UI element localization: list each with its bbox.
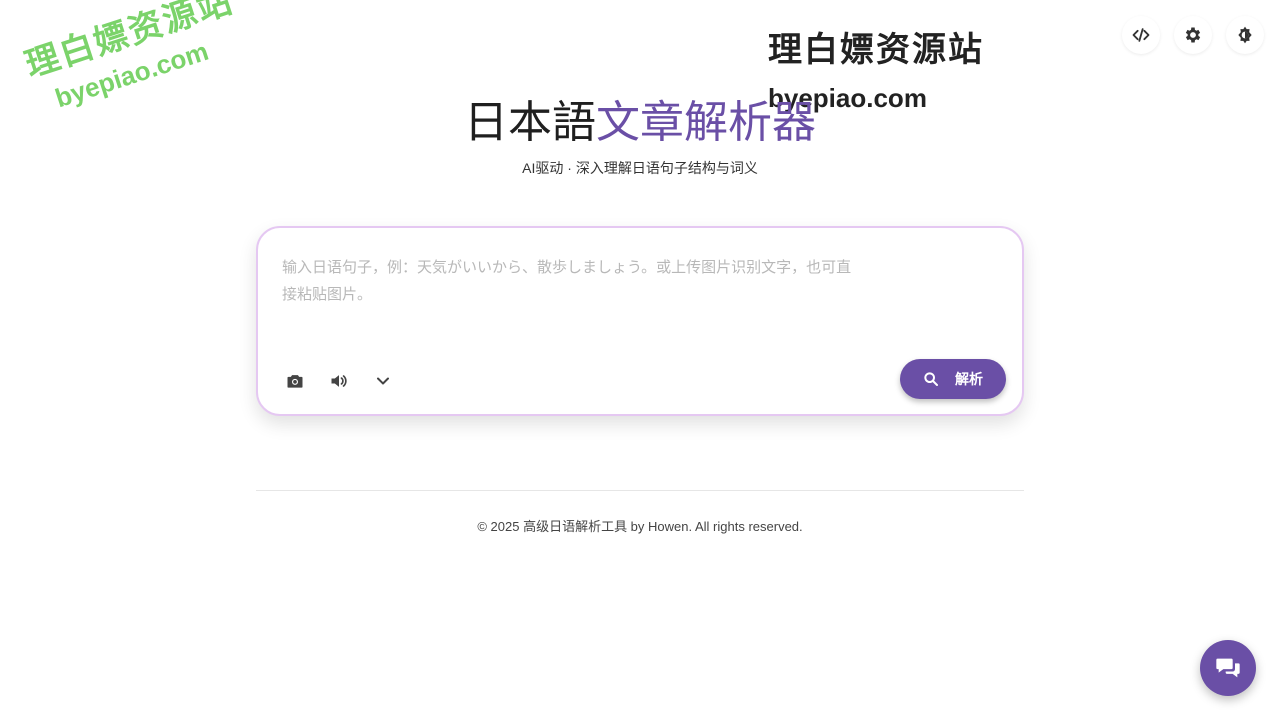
chevron-down-icon bbox=[377, 377, 389, 385]
chat-icon bbox=[1216, 658, 1240, 678]
sentence-input[interactable] bbox=[282, 254, 862, 324]
title-part2: 文章解析器 bbox=[596, 98, 816, 147]
theme-toggle-button[interactable] bbox=[1226, 16, 1264, 54]
theme-toggle-icon bbox=[1238, 26, 1252, 44]
settings-button[interactable] bbox=[1174, 16, 1212, 54]
more-options-button[interactable] bbox=[370, 368, 396, 394]
read-aloud-button[interactable] bbox=[326, 368, 352, 394]
chat-button[interactable] bbox=[1200, 640, 1256, 696]
page-subtitle: AI驱动 · 深入理解日语句子结构与词义 bbox=[522, 160, 758, 176]
camera-icon bbox=[287, 375, 303, 388]
gear-icon bbox=[1185, 27, 1201, 43]
footer-copyright: © 2025 高级日语解析工具 by Howen. All rights res… bbox=[477, 519, 803, 534]
footer-divider bbox=[256, 490, 1024, 491]
upload-image-button[interactable] bbox=[282, 368, 308, 394]
code-icon bbox=[1132, 28, 1150, 42]
code-button[interactable] bbox=[1122, 16, 1160, 54]
page: 理白嫖资源站 byepiao.com 理白嫖资源站 byepiao.com 日本… bbox=[0, 0, 1280, 720]
parse-button-label: 解析 bbox=[955, 371, 983, 387]
search-icon bbox=[924, 372, 938, 386]
input-tools bbox=[282, 368, 396, 394]
top-actions bbox=[1122, 16, 1264, 54]
volume-icon bbox=[331, 375, 347, 387]
watermark-right-line1: 理白嫖资源站 bbox=[768, 31, 984, 69]
input-card: 解析 bbox=[256, 226, 1024, 416]
page-title: 日本語文章解析器 bbox=[0, 96, 1280, 150]
title-part1: 日本語 bbox=[464, 98, 596, 147]
parse-button[interactable]: 解析 bbox=[900, 359, 1006, 399]
